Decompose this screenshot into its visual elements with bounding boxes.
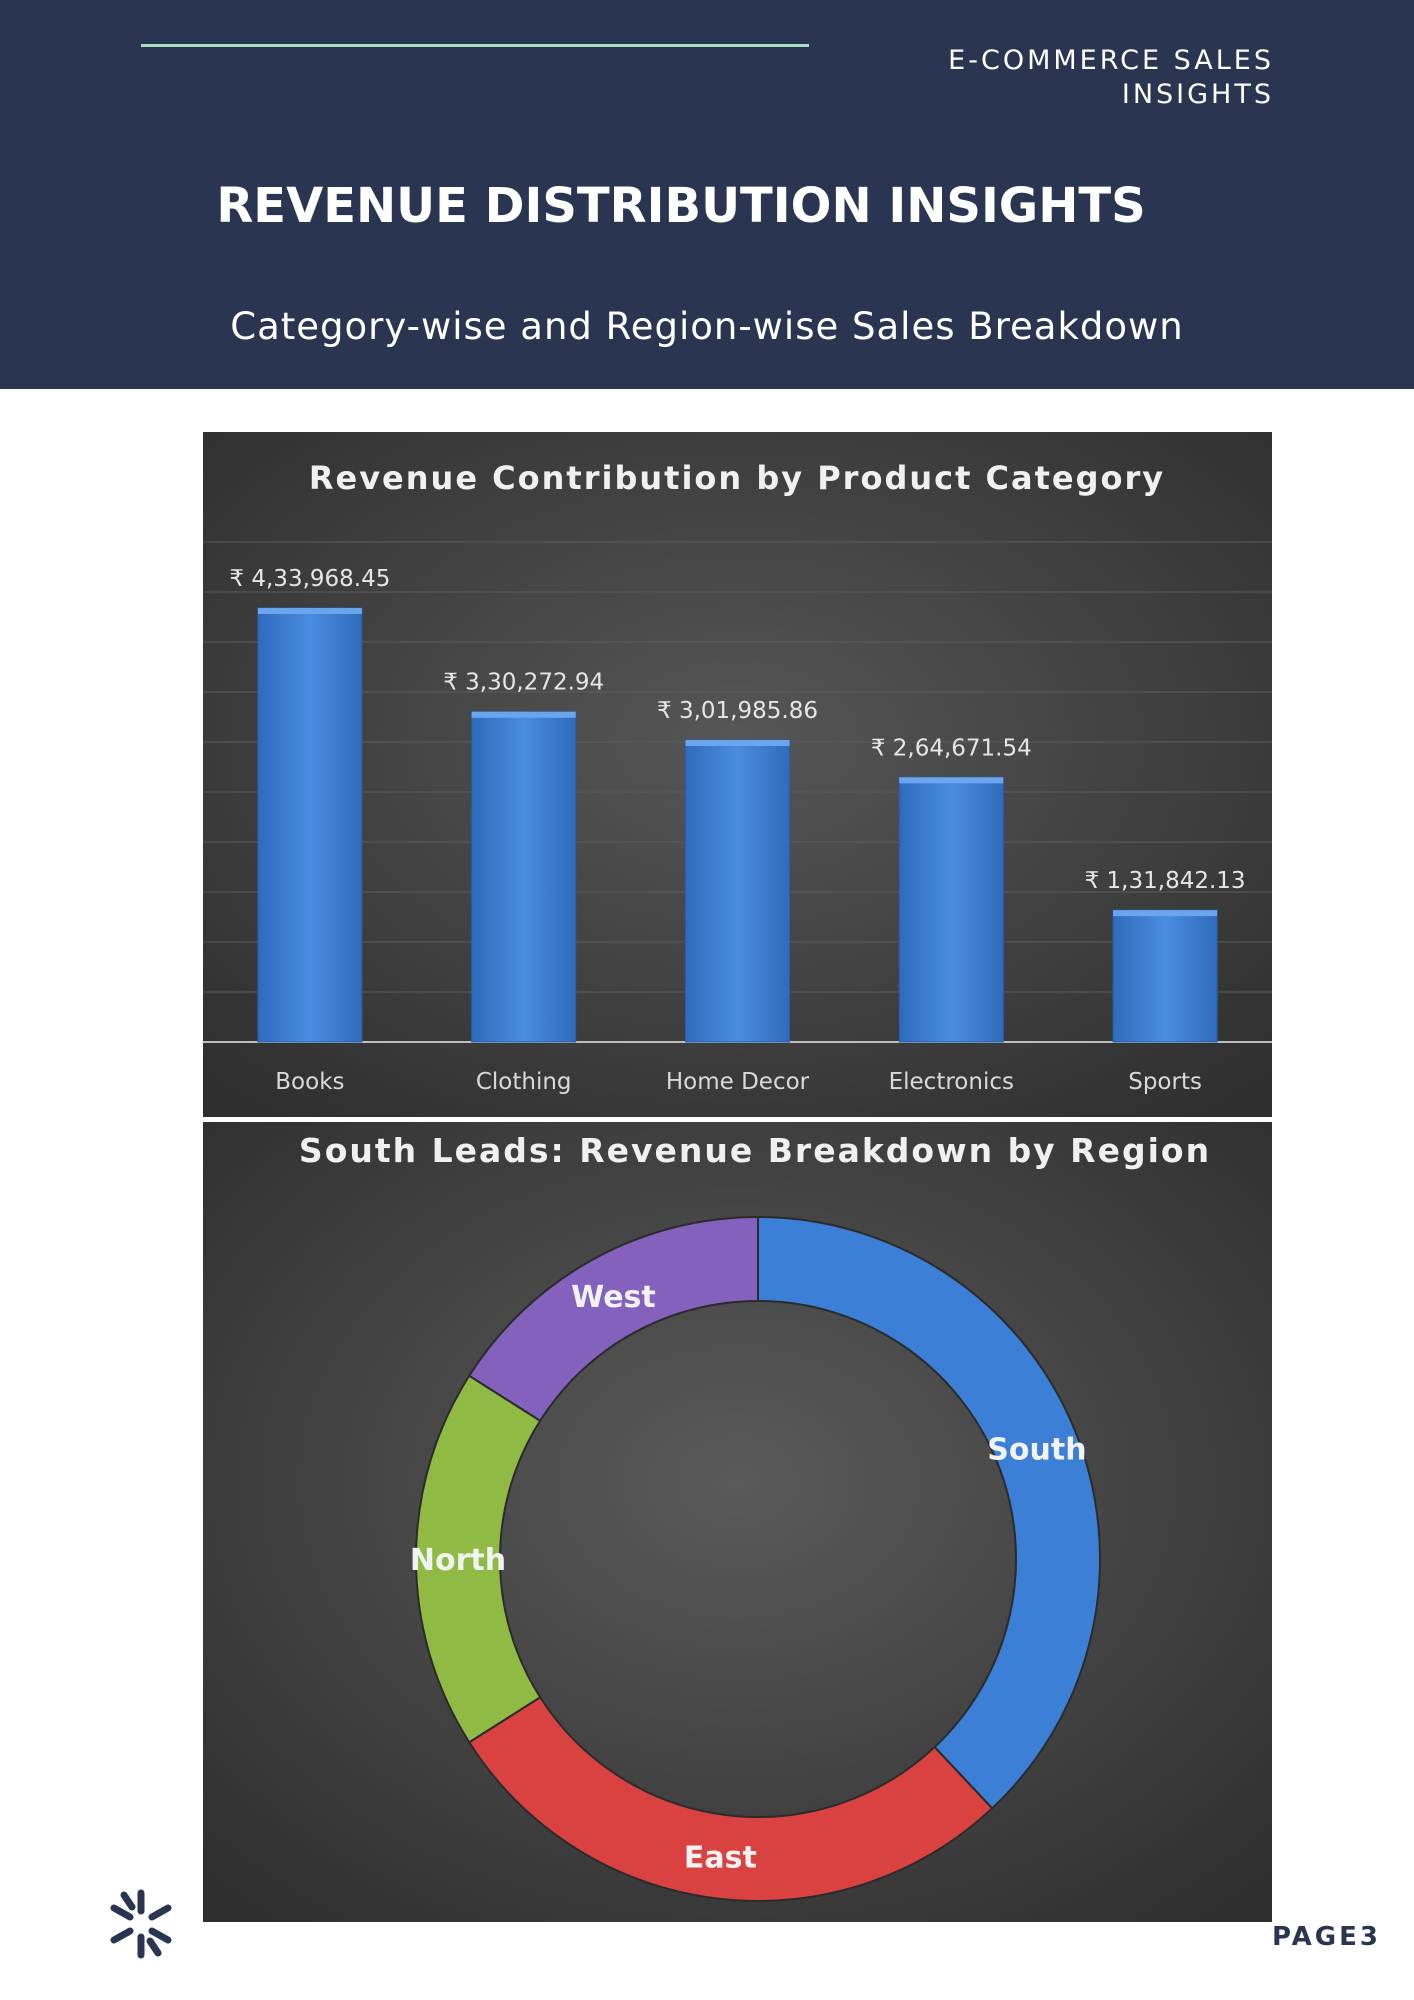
donut-label-north: North [410,1543,506,1578]
bar-highlight [685,740,790,747]
donut-chart: South Leads: Revenue Breakdown by Region… [203,1122,1272,1922]
header-band: E-COMMERCE SALES INSIGHTS REVENUE DISTRI… [0,0,1414,389]
bar-data-label: ₹ 2,64,671.54 [871,735,1032,761]
donut-label-west: West [571,1280,656,1315]
x-tick-label: Sports [1128,1069,1202,1095]
bar [471,711,577,1043]
donut-chart-title: South Leads: Revenue Breakdown by Region [299,1131,1211,1170]
bar-highlight [471,711,576,718]
x-tick-label: Clothing [476,1069,572,1095]
donut-label-south: South [987,1433,1086,1468]
brand-line-1: E-COMMERCE SALES [948,45,1274,76]
bar-data-label: ₹ 3,01,985.86 [657,698,818,724]
bar-highlight [257,608,362,615]
donut-label-east: East [684,1841,757,1876]
bar-data-label: ₹ 1,31,842.13 [1085,868,1246,894]
brand-line-2: INSIGHTS [1121,79,1274,110]
page-number: PAGE3 [1272,1922,1381,1952]
bar [685,739,790,1043]
bar-data-label: ₹ 4,33,968.45 [229,566,390,592]
donut-chart-panel: South Leads: Revenue Breakdown by Region… [203,1122,1272,1922]
page-subtitle: Category-wise and Region-wise Sales Brea… [230,305,1184,348]
x-tick-label: Home Decor [666,1069,810,1095]
bar-highlight [899,777,1004,784]
bar [257,607,363,1043]
x-tick-label: Electronics [889,1069,1014,1095]
bar-highlight [1113,910,1218,917]
bar-chart-panel: Revenue Contribution by Product Category… [203,432,1272,1117]
bar-chart-title: Revenue Contribution by Product Category [309,459,1165,497]
bar-data-label: ₹ 3,30,272.94 [443,670,604,696]
bar [898,776,1004,1043]
bar-chart: Revenue Contribution by Product Category… [203,432,1272,1117]
x-tick-label: Books [275,1069,344,1095]
page-title: REVENUE DISTRIBUTION INSIGHTS [216,178,1146,234]
brand-label: E-COMMERCE SALES INSIGHTS [854,44,1274,112]
accent-line [141,44,809,47]
bar [1112,909,1218,1043]
snowflake-logo-icon [110,1889,172,1959]
